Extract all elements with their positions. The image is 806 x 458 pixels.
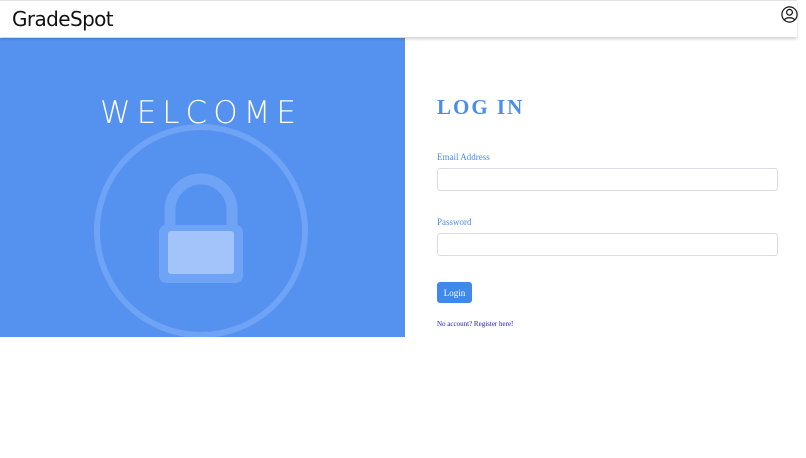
welcome-heading: WELCOME [100, 95, 302, 131]
account-button[interactable] [781, 6, 798, 23]
brand-logo[interactable]: GradeSpot [12, 7, 114, 31]
lock-icon [94, 124, 308, 337]
email-label: Email Address [437, 152, 490, 162]
register-link[interactable]: No account? Register here! [437, 320, 513, 328]
user-circle-icon [781, 6, 798, 23]
email-field[interactable] [437, 168, 778, 191]
login-button[interactable]: Login [437, 282, 472, 303]
login-title: LOG IN [437, 95, 525, 119]
password-label: Password [437, 217, 472, 227]
password-field[interactable] [437, 233, 778, 256]
navbar: GradeSpot [0, 0, 798, 37]
welcome-hero: WELCOME [0, 38, 405, 337]
